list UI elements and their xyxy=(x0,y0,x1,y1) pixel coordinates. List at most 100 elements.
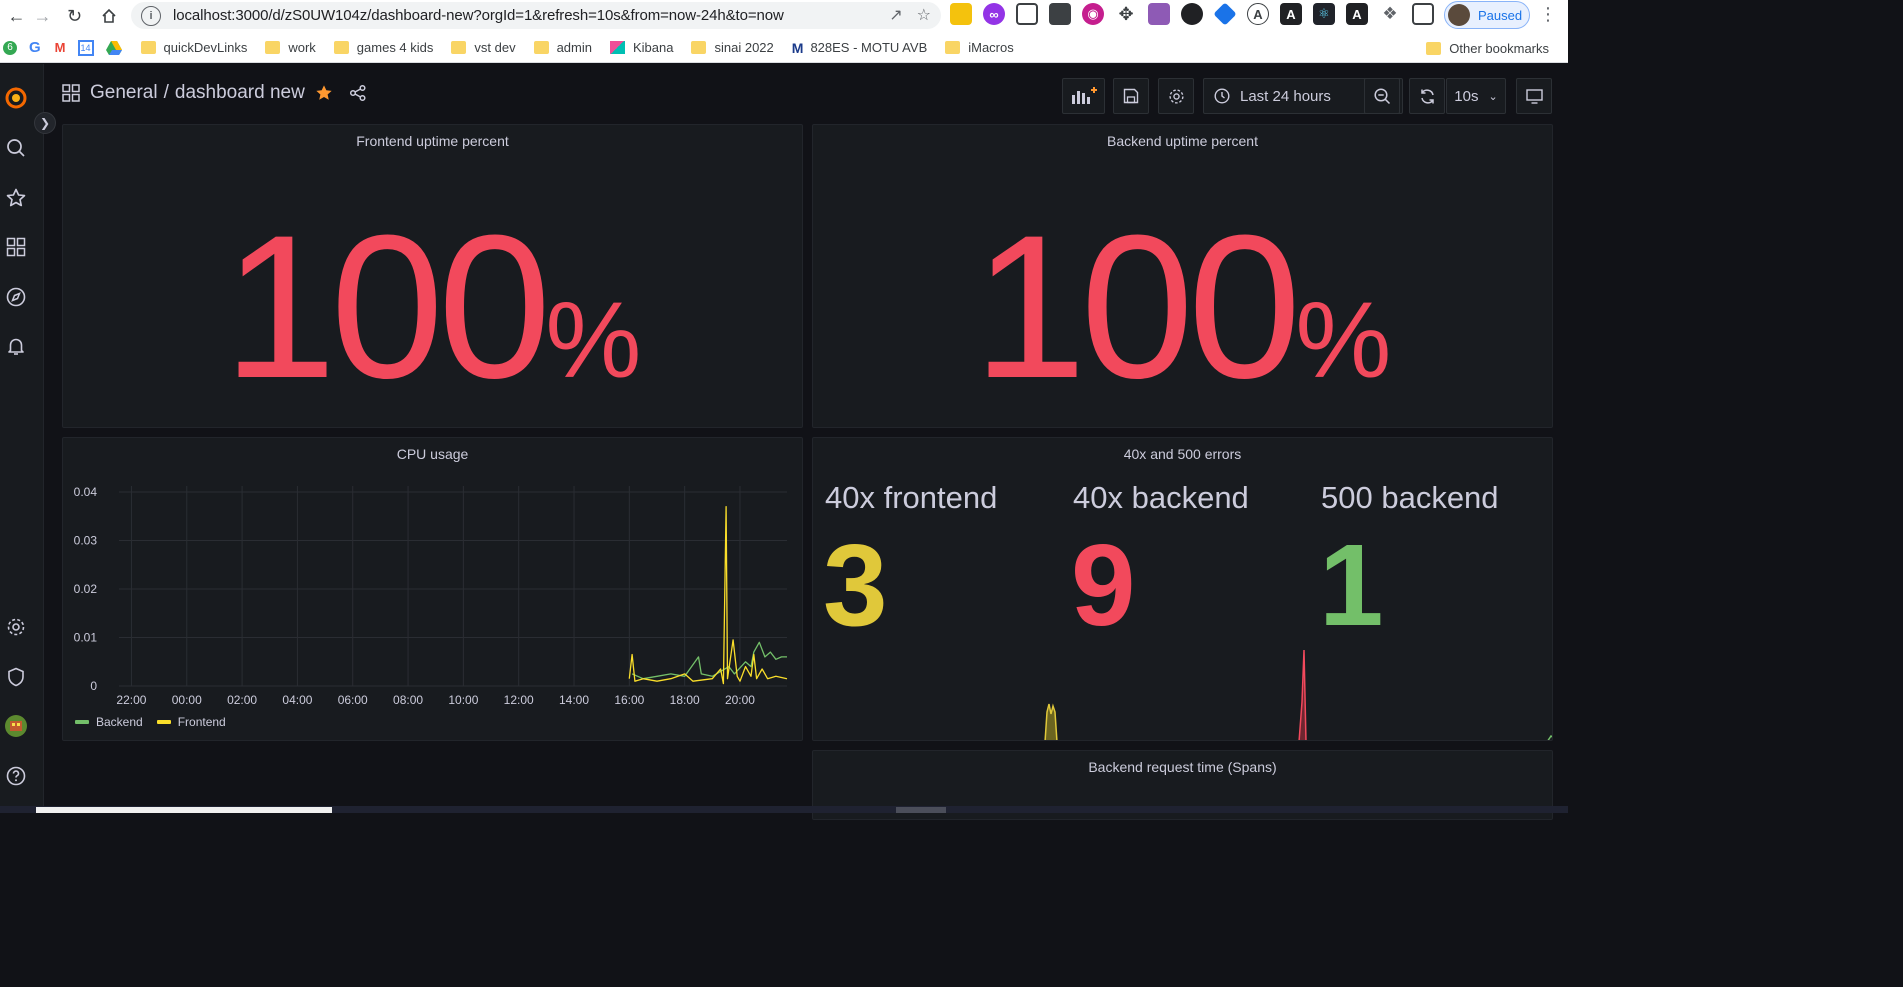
refresh-interval-label: 10s xyxy=(1454,87,1479,105)
stat-label: 500 backend xyxy=(1321,480,1499,515)
panel-title: Backend request time (Spans) xyxy=(1088,759,1277,775)
browser-toolbar: ← → ↻ i localhost:3000/d/zS0UW104z/dashb… xyxy=(0,0,1568,33)
help-icon[interactable] xyxy=(4,764,28,788)
add-panel-button[interactable] xyxy=(1062,78,1105,114)
other-bookmarks-folder[interactable]: Other bookmarks xyxy=(1417,33,1558,63)
react-devtools-icon[interactable]: ⚛ xyxy=(1313,3,1335,25)
alerting-bell-icon[interactable] xyxy=(4,334,28,358)
bookmark-folder[interactable]: sinai 2022 xyxy=(682,33,782,63)
extension-icon[interactable] xyxy=(1148,3,1170,25)
x-tick-label: 10:00 xyxy=(448,693,478,707)
user-avatar[interactable] xyxy=(4,714,28,738)
cycle-view-mode-button[interactable] xyxy=(1516,78,1552,114)
screenshot-extension-icon[interactable] xyxy=(1016,3,1038,25)
save-dashboard-button[interactable] xyxy=(1113,78,1149,114)
bookmark-star-icon[interactable]: ☆ xyxy=(917,5,931,25)
stat-40x-backend: 40x backend 9 xyxy=(1071,482,1323,643)
bookmark-apps-icon[interactable]: 6 xyxy=(0,33,21,63)
refresh-interval-picker[interactable]: 10s ⌄ xyxy=(1446,78,1506,114)
stat-value: 100% xyxy=(223,205,641,409)
move-extension-icon[interactable]: ✥ xyxy=(1115,3,1137,25)
bookmark-google-icon[interactable]: G xyxy=(21,33,49,63)
kibana-icon xyxy=(610,41,625,54)
search-icon[interactable] xyxy=(4,136,28,160)
chevron-right-icon: ❯ xyxy=(39,116,51,130)
bookmark-kibana[interactable]: Kibana xyxy=(601,33,682,63)
bookmark-calendar-icon[interactable]: 14 xyxy=(72,33,100,63)
bookmark-folder[interactable]: games 4 kids xyxy=(325,33,443,63)
stat-label: 40x frontend xyxy=(825,480,998,515)
browser-menu-icon[interactable]: ⋮ xyxy=(1538,4,1558,28)
scrollbar-thumb[interactable] xyxy=(36,807,332,813)
y-tick-label: 0.01 xyxy=(74,631,98,645)
side-panel-icon[interactable] xyxy=(1412,3,1434,25)
backend-uptime-panel[interactable]: Backend uptime percent 100% xyxy=(812,124,1553,428)
cpu-usage-chart[interactable]: 0.04 0.03 0.02 0.01 0 22:00 00:00 02:00 04:00 06:… xyxy=(63,472,803,741)
share-icon[interactable]: ↗ xyxy=(889,5,902,25)
bookmark-folder[interactable]: iMacros xyxy=(936,33,1023,63)
server-admin-shield-icon[interactable] xyxy=(4,665,28,689)
bookmark-motu[interactable]: M 828ES - MOTU AVB xyxy=(783,33,936,63)
extension-icon[interactable]: ∞ xyxy=(983,3,1005,25)
y-tick-label: 0.03 xyxy=(74,534,98,548)
scrollbar-thumb[interactable] xyxy=(896,807,946,813)
x-tick-label: 00:00 xyxy=(172,693,202,707)
starred-icon[interactable] xyxy=(4,186,28,210)
forward-button[interactable]: → xyxy=(26,2,59,30)
dashboard-title[interactable]: dashboard new xyxy=(175,82,305,104)
address-bar[interactable]: i localhost:3000/d/zS0UW104z/dashboard-n… xyxy=(131,2,941,29)
panel-title: Frontend uptime percent xyxy=(356,133,509,149)
extension-icon[interactable] xyxy=(1213,2,1237,26)
extension-icon[interactable] xyxy=(1181,3,1203,25)
refresh-dashboard-button[interactable] xyxy=(1409,78,1445,114)
site-info-icon[interactable]: i xyxy=(141,5,161,26)
errors-panel[interactable]: 40x and 500 errors 40x frontend 3 40x ba… xyxy=(812,437,1553,741)
sparkline-500-backend xyxy=(1547,734,1552,740)
breadcrumb-folder[interactable]: General xyxy=(90,82,158,104)
bookmark-folder[interactable]: admin xyxy=(525,33,601,63)
extensions-puzzle-icon[interactable]: ❖ xyxy=(1379,3,1401,25)
horizontal-scrollbar[interactable] xyxy=(0,806,1568,813)
cpu-usage-panel[interactable]: CPU usage 0.04 0.03 0.02 0.01 0 22:00 00:00 02:… xyxy=(62,437,803,741)
stat-40x-frontend: 40x frontend 3 xyxy=(823,480,1075,643)
bookmark-gmail-icon[interactable]: M xyxy=(49,33,72,63)
extension-icon[interactable]: A xyxy=(1247,3,1269,25)
angular-extension-icon[interactable]: A xyxy=(1280,3,1302,25)
configuration-gear-icon[interactable] xyxy=(4,615,28,639)
home-button[interactable] xyxy=(92,2,125,30)
favorite-star-icon[interactable] xyxy=(315,84,333,102)
breadcrumb: General / dashboard new xyxy=(62,82,367,104)
extension-icon[interactable] xyxy=(950,3,972,25)
stat-unit: % xyxy=(545,279,642,400)
extension-icon[interactable] xyxy=(1049,3,1071,25)
dashboard-grid-icon xyxy=(62,84,80,102)
x-tick-label: 02:00 xyxy=(227,693,257,707)
profile-button[interactable]: Paused xyxy=(1444,1,1530,29)
bookmark-folder[interactable]: quickDevLinks xyxy=(132,33,257,63)
folder-icon xyxy=(140,41,156,54)
dashboards-icon[interactable] xyxy=(4,235,28,259)
legend-item-frontend[interactable]: Frontend xyxy=(156,715,226,729)
extension-icon[interactable]: A xyxy=(1346,3,1368,25)
bookmark-folder[interactable]: vst dev xyxy=(442,33,524,63)
dashboard-settings-button[interactable] xyxy=(1158,78,1194,114)
bookmark-folder[interactable]: work xyxy=(256,33,324,63)
explore-icon[interactable] xyxy=(4,285,28,309)
extension-icon[interactable]: ◉ xyxy=(1082,3,1104,25)
x-tick-label: 18:00 xyxy=(670,693,700,707)
panel-title: 40x and 500 errors xyxy=(1123,446,1242,462)
stat-number: 1 xyxy=(1319,520,1384,650)
y-tick-label: 0 xyxy=(90,679,97,693)
folder-icon xyxy=(945,41,961,54)
legend-item-backend[interactable]: Backend xyxy=(75,715,143,729)
stat-value: 100% xyxy=(973,205,1391,409)
zoom-out-button[interactable] xyxy=(1364,78,1400,114)
share-dashboard-icon[interactable] xyxy=(349,84,367,102)
bookmark-drive-icon[interactable] xyxy=(100,33,132,63)
monitor-icon xyxy=(1525,88,1543,104)
reload-button[interactable]: ↻ xyxy=(58,2,91,30)
expand-menu-button[interactable]: ❯ xyxy=(34,112,56,134)
frontend-uptime-panel[interactable]: Frontend uptime percent 100% xyxy=(62,124,803,428)
grafana-logo-icon[interactable] xyxy=(4,86,28,110)
x-tick-label: 14:00 xyxy=(559,693,589,707)
